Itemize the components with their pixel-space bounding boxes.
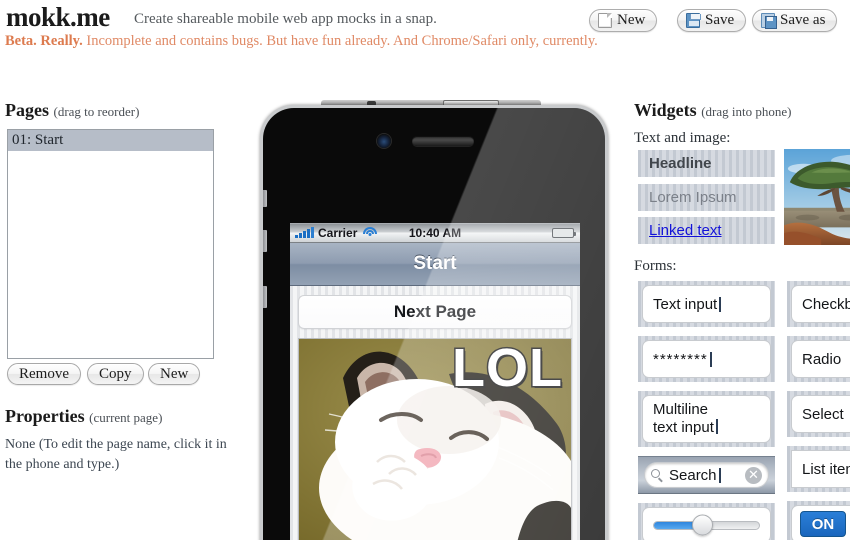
app-logo: mokk.me xyxy=(6,2,110,32)
phone-canvas[interactable]: Next Page LOL xyxy=(290,286,580,540)
app-tagline: Create shareable mobile web app mocks in… xyxy=(134,11,437,27)
widget-text-input[interactable]: Text input xyxy=(638,281,775,327)
list-item-preview[interactable]: List item xyxy=(791,450,850,488)
text-caret xyxy=(718,467,721,483)
floppy-disk-icon xyxy=(686,13,701,28)
radio-preview[interactable]: Radio xyxy=(791,340,850,378)
save-as-button[interactable]: Save as xyxy=(752,9,838,32)
widget-select[interactable]: Select xyxy=(787,391,850,437)
widgets-title-text: Widgets xyxy=(634,100,697,120)
widget-list-item[interactable]: List item xyxy=(787,446,850,492)
phone-body: Carrier 10:40 AM Start Next Page LOL xyxy=(260,105,608,540)
multiline-input-label: Multiline text input xyxy=(653,401,714,437)
pages-title-hint: (drag to reorder) xyxy=(53,104,140,119)
search-input-preview[interactable]: Search ✕ xyxy=(644,462,769,488)
properties-title-hint: (current page) xyxy=(89,410,163,425)
pages-section-title: Pages (drag to reorder) xyxy=(5,100,139,121)
beta-notice: Beta. Really. Incomplete and contains bu… xyxy=(5,31,625,52)
save-button-label: Save xyxy=(705,12,735,28)
beta-notice-rest: Incomplete and contains bugs. But have f… xyxy=(82,33,598,49)
phone-volume-down-button[interactable] xyxy=(263,286,267,308)
clear-search-icon[interactable]: ✕ xyxy=(745,466,762,484)
new-button-label: New xyxy=(617,12,646,28)
multiline-input-preview[interactable]: Multiline text input xyxy=(642,395,771,443)
list-item-label: List item xyxy=(802,460,850,478)
widget-radio[interactable]: Radio xyxy=(787,336,850,382)
clock-label: 10:40 AM xyxy=(408,225,462,240)
text-input-preview[interactable]: Text input xyxy=(642,285,771,323)
radio-label: Radio xyxy=(802,350,842,368)
slider-track[interactable] xyxy=(653,514,760,536)
save-as-button-label: Save as xyxy=(780,12,826,28)
password-input-preview[interactable]: ******** xyxy=(642,340,771,378)
phone-earpiece-speaker xyxy=(412,136,474,146)
lolcat-caption: LOL xyxy=(451,338,564,398)
slider-preview[interactable] xyxy=(642,507,771,540)
battery-icon xyxy=(552,227,576,238)
floppy-disk-copy-icon xyxy=(761,13,777,29)
app-header: mokk.me Create shareable mobile web app … xyxy=(0,0,850,70)
phone-status-bar: Carrier 10:40 AM xyxy=(290,223,580,243)
widget-lorem-ipsum[interactable]: Lorem Ipsum xyxy=(638,184,775,211)
checkbox-label: Checkbox xyxy=(802,295,850,313)
slider-knob[interactable] xyxy=(691,514,713,536)
widget-checkbox[interactable]: Checkbox xyxy=(787,281,850,327)
checkbox-preview[interactable]: Checkbox xyxy=(791,285,850,323)
text-caret xyxy=(715,419,718,435)
beta-notice-strong: Beta. Really. xyxy=(5,33,83,49)
copy-page-button[interactable]: Copy xyxy=(87,363,144,385)
list-item[interactable]: 01: Start xyxy=(8,130,213,151)
widget-multiline-text-input[interactable]: Multiline text input xyxy=(638,391,775,447)
text-input-label: Text input xyxy=(653,295,718,313)
text-caret xyxy=(709,351,712,367)
properties-section-title: Properties (current page) xyxy=(5,406,162,427)
properties-body-text: None (To edit the page name, click it in… xyxy=(5,437,227,472)
new-page-button[interactable]: New xyxy=(148,363,201,385)
phone-volume-up-button[interactable] xyxy=(263,230,267,252)
app-root: mokk.me Create shareable mobile web app … xyxy=(0,0,850,540)
password-input-label: ******** xyxy=(653,350,708,368)
pages-title-text: Pages xyxy=(5,100,49,120)
phone-mute-switch[interactable] xyxy=(263,190,267,207)
new-button[interactable]: New xyxy=(589,9,658,32)
widget-linked-text[interactable]: Linked text xyxy=(638,217,775,244)
phone-front-camera-icon xyxy=(377,134,391,148)
widget-password-input[interactable]: ******** xyxy=(638,336,775,382)
document-icon xyxy=(598,13,612,28)
widgets-group-label-forms: Forms: xyxy=(634,258,677,274)
widget-search-input[interactable]: Search ✕ xyxy=(638,456,775,494)
pages-list[interactable]: 01: Start xyxy=(7,129,214,359)
widgets-group-label-text: Text and image: xyxy=(634,130,731,146)
dragon-tree-photo xyxy=(784,149,850,245)
widget-image[interactable] xyxy=(783,148,850,246)
widget-slider[interactable] xyxy=(638,503,775,540)
toggle-on-label[interactable]: ON xyxy=(800,511,846,537)
phone-page-title[interactable]: Start xyxy=(290,243,580,286)
lolcat-image[interactable]: LOL xyxy=(298,338,572,540)
select-label: Select xyxy=(802,405,844,423)
next-page-button[interactable]: Next Page xyxy=(298,295,572,329)
phone-mockup: Carrier 10:40 AM Start Next Page LOL xyxy=(248,100,608,540)
search-icon xyxy=(651,469,663,483)
save-button[interactable]: Save xyxy=(677,9,747,32)
select-preview[interactable]: Select xyxy=(791,395,850,433)
widget-toggle[interactable]: ON xyxy=(787,501,850,540)
widgets-section-title: Widgets (drag into phone) xyxy=(634,100,791,121)
search-input-label: Search xyxy=(669,466,717,484)
phone-screen[interactable]: Carrier 10:40 AM Start Next Page LOL xyxy=(290,223,580,540)
properties-title-text: Properties xyxy=(5,406,85,426)
widget-headline[interactable]: Headline xyxy=(638,150,775,177)
toggle-preview[interactable]: ON xyxy=(791,505,850,540)
remove-page-button[interactable]: Remove xyxy=(7,363,81,385)
widgets-title-hint: (drag into phone) xyxy=(701,104,792,119)
text-caret xyxy=(719,296,722,312)
